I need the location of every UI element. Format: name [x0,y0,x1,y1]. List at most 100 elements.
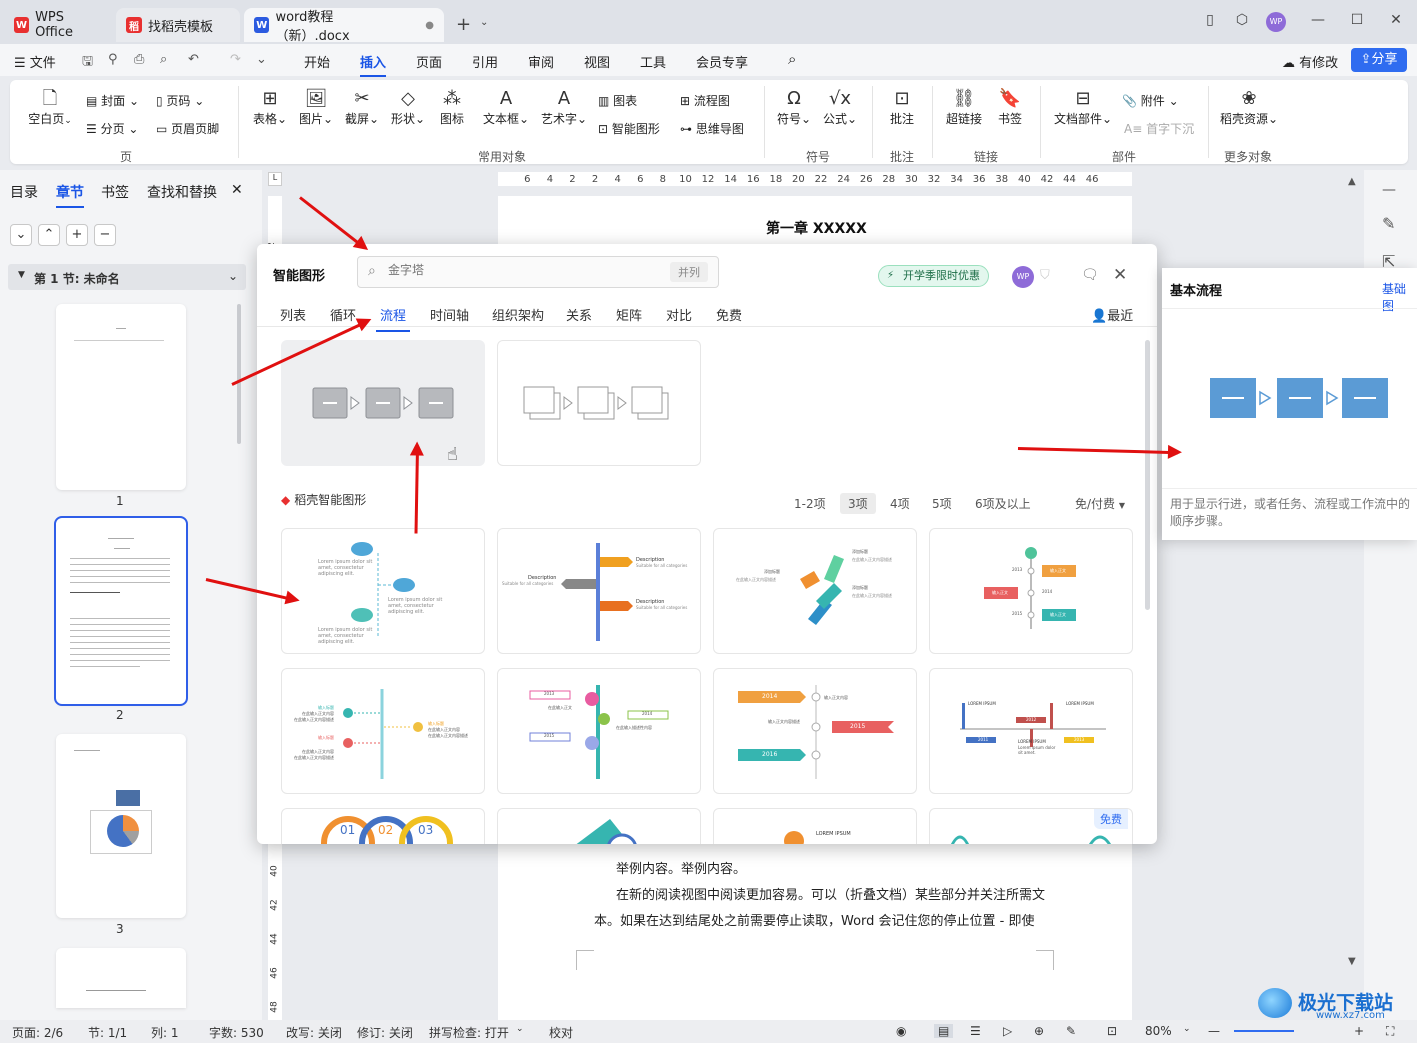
tab-wps-office[interactable]: W WPS Office [4,8,112,42]
zoom-out-icon[interactable]: — [1208,1024,1220,1038]
menu-insert[interactable]: 插入 [360,52,387,77]
page-thumbnail-selected[interactable] [54,516,188,706]
share-button[interactable]: ⇪分享 [1351,48,1407,72]
page-thumbnail[interactable] [56,304,186,490]
menu-tools[interactable]: 工具 [640,52,666,71]
drop-cap-button[interactable]: A≡ 首字下沉 [1124,120,1194,137]
tab-list-chevron-icon[interactable]: ⌄ [480,17,488,28]
docer-resources-button[interactable]: ❀ 稻壳资源⌄ [1218,88,1280,127]
close-dialog-icon[interactable]: ✕ [1113,265,1127,285]
menu-page[interactable]: 页面 [416,52,442,71]
shape-button[interactable]: ◇ 形状⌄ [388,88,428,127]
template-card[interactable] [497,808,701,844]
status-spellcheck[interactable]: 拼写检查: 打开 [429,1024,509,1041]
more-chevron-icon[interactable]: ⌄ [256,52,267,67]
page-thumbnail[interactable] [56,734,186,918]
wordart-button[interactable]: A 艺术字⌄ [538,88,590,127]
chevron-down-icon[interactable]: ⌄ [516,1024,524,1034]
zoom-in-icon[interactable]: + [1354,1024,1364,1038]
page-thumbnail[interactable] [56,948,186,1008]
header-footer-button[interactable]: ▭ 页眉页脚 [156,120,219,137]
template-card[interactable]: LOREM IPSUM [713,808,917,844]
price-filter[interactable]: 免/付费 ▼ [1075,495,1125,512]
zoom-chevron-icon[interactable]: ⌄ [1183,1024,1191,1034]
scroll-down-icon[interactable]: ▼ [1348,956,1356,967]
tab-org-chart[interactable]: 组织架构 [492,305,544,324]
search-input[interactable] [388,263,648,277]
template-card[interactable]: 免费 [929,808,1133,844]
tab-list[interactable]: 列表 [280,305,306,324]
status-word-count[interactable]: 字数: 530 [209,1024,264,1041]
smart-graphic-button[interactable]: ⊡ 智能图形 [598,120,660,137]
status-overwrite[interactable]: 改写: 关闭 [286,1024,342,1041]
template-card[interactable]: LOREM IPSUM LOREM IPSUM LOREM IPSUM Lore… [929,668,1133,794]
status-column[interactable]: 列: 1 [151,1024,179,1041]
section-header[interactable]: ▼ 第 1 节: 未命名 ⌄ [8,264,246,290]
file-menu[interactable]: ☰ 文件 [14,52,56,71]
cube-icon[interactable]: ⬡ [1232,12,1252,32]
feedback-icon[interactable]: 🗨 [1081,267,1099,283]
page-view-icon[interactable]: ▤ [934,1024,954,1038]
promo-badge[interactable]: ⚡ 开学季限时优惠 [878,265,989,287]
screenshot-button[interactable]: ✂ 截屏⌄ [342,88,382,127]
menu-review[interactable]: 审阅 [528,52,554,71]
share-link-icon[interactable]: ⚲ [108,52,118,67]
formula-button[interactable]: √x 公式⌄ [820,88,860,127]
comment-button[interactable]: ⊡ 批注 [884,88,920,127]
web-view-icon[interactable]: ⊕ [1034,1024,1044,1038]
tab-matrix[interactable]: 矩阵 [616,305,642,324]
minimize-icon[interactable]: — [1308,12,1328,32]
filter-5[interactable]: 5项 [932,495,952,512]
recent-button[interactable]: 👤最近 [1091,305,1133,324]
fullscreen-icon[interactable]: ⛶ [1386,1024,1394,1039]
annotate-icon[interactable]: ✎ [1066,1024,1076,1038]
menu-reference[interactable]: 引用 [472,52,498,71]
table-button[interactable]: ⊞ 表格⌄ [250,88,290,127]
mindmap-button[interactable]: ⊶ 思维导图 [680,120,744,137]
user-avatar[interactable]: WP [1266,12,1286,32]
tab-compare[interactable]: 对比 [666,305,692,324]
template-card[interactable]: 01 02 03 [281,808,485,844]
remove-section-icon[interactable]: − [94,224,116,246]
template-card[interactable]: Description Suitable for all categories … [497,528,701,654]
blank-page-button[interactable]: 🗋 空白页⌄ [26,88,74,127]
close-window-icon[interactable]: ✕ [1386,12,1406,32]
symbol-button[interactable]: Ω 符号⌄ [776,88,812,127]
status-track-changes[interactable]: 修订: 关闭 [357,1024,413,1041]
tab-relationship[interactable]: 关系 [566,305,592,324]
scroll-up-icon[interactable]: ▲ [1348,176,1356,187]
filter-1-2[interactable]: 1-2项 [794,495,826,512]
print-preview-icon[interactable]: ⌕ [160,52,167,67]
tab-docer-template[interactable]: 稻找稻壳模板 [116,8,240,42]
doc-parts-button[interactable]: ⊟ 文档部件⌄ [1052,88,1114,127]
page-number-button[interactable]: ▯ 页码 ⌄ [156,92,204,109]
tab-document[interactable]: Wword教程（新）.docx ● [244,8,444,44]
dialog-scrollbar[interactable] [1145,340,1150,610]
status-page[interactable]: 页面: 2/6 [12,1024,63,1041]
tab-timeline[interactable]: 时间轴 [430,305,469,324]
save-icon[interactable]: 🖫 [82,52,93,74]
icon-button[interactable]: ⁂ 图标 [436,88,468,127]
search-box[interactable]: ⌕ 并列 [357,256,719,288]
layout-icon[interactable]: ▯ [1200,12,1220,32]
fit-width-icon[interactable]: ⊡ [1107,1024,1117,1038]
zoom-level[interactable]: 80% [1145,1024,1172,1038]
menu-home[interactable]: 开始 [304,52,330,71]
flowchart-button[interactable]: ⊞ 流程图 [680,92,730,109]
template-card[interactable]: 添加标题 在此输入正文内容描述 添加标题 在此输入正文内容描述 添加标题 在此输… [713,528,917,654]
dialog-avatar[interactable]: WP [1012,266,1034,288]
chart-button[interactable]: ▥ 图表 [598,92,637,109]
tab-process[interactable]: 流程 [375,305,411,332]
add-section-icon[interactable]: + [66,224,88,246]
outline-view-icon[interactable]: ☰ [970,1024,981,1038]
cover-button[interactable]: ▤ 封面 ⌄ [86,92,139,109]
redo-icon[interactable]: ↷ [230,52,241,67]
filter-6-plus[interactable]: 6项及以上 [975,495,1031,512]
menu-view[interactable]: 视图 [584,52,610,71]
template-card[interactable]: Lorem ipsum dolor sit amet, consectetur … [281,528,485,654]
undo-icon[interactable]: ↶ [188,52,199,67]
attachment-button[interactable]: 📎 附件 ⌄ [1122,92,1179,109]
new-tab-button[interactable]: + [456,14,471,35]
chevron-down-icon[interactable]: ⌄ [10,224,32,246]
tab-toc[interactable]: 目录 [10,182,38,202]
